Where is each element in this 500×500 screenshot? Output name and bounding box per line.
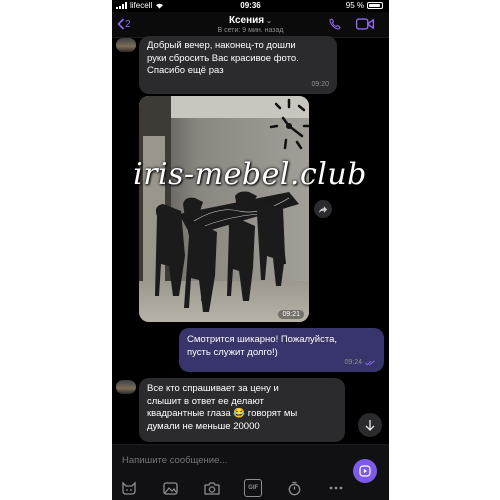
phone-screen: lifecell 09:36 95 % 2 Ксения ⌄ В сети: 9 … <box>112 0 389 500</box>
chevron-down-icon: ⌄ <box>266 18 272 25</box>
photo-message[interactable]: 09:21 <box>139 96 309 322</box>
message-time: 09:21 <box>278 310 304 319</box>
cat-sticker-icon <box>122 481 136 495</box>
camera-button[interactable] <box>203 479 221 497</box>
video-camera-icon <box>355 18 375 30</box>
contact-title[interactable]: Ксения ⌄ <box>112 15 389 26</box>
play-send-icon <box>359 465 371 477</box>
status-bar: lifecell 09:36 95 % <box>112 0 389 12</box>
video-call-button[interactable] <box>355 17 375 36</box>
composer-toolbar: GIF <box>120 479 345 497</box>
contact-name: Ксения <box>229 15 265 26</box>
gallery-button[interactable] <box>161 479 179 497</box>
message-bubble[interactable]: Добрый вечер, наконец-то дошли руки сбро… <box>139 36 337 94</box>
battery-percent: 95 % <box>345 1 364 10</box>
message-meta: 09:20 <box>311 79 329 92</box>
last-seen: В сети: 9 мин. назад <box>217 27 284 34</box>
avatar[interactable] <box>116 38 136 52</box>
message-text: Добрый вечер, наконец-то дошли руки сбро… <box>147 40 299 76</box>
dining-room-photo <box>139 96 309 322</box>
message-input[interactable] <box>122 452 342 468</box>
more-options-button[interactable] <box>327 479 345 497</box>
message-text: Смотрится шикарно! Пожалуйста, пусть слу… <box>187 334 338 358</box>
message-composer: GIF <box>112 444 389 500</box>
timer-icon <box>288 481 301 495</box>
message-text: Все кто спрашивает за цену и слышит в от… <box>147 383 298 432</box>
message-meta: 09:24 <box>344 357 376 370</box>
avatar[interactable] <box>116 380 136 394</box>
gif-button[interactable]: GIF <box>244 479 263 497</box>
scroll-to-bottom-button[interactable] <box>358 413 382 437</box>
image-icon <box>163 481 178 495</box>
watermark-text: iris-mebel.club <box>133 157 367 192</box>
arrow-down-icon <box>365 420 375 431</box>
sticker-button[interactable] <box>120 479 138 497</box>
timer-button[interactable] <box>286 479 304 497</box>
share-button[interactable] <box>314 200 332 218</box>
camera-icon <box>204 481 220 495</box>
call-button[interactable] <box>328 17 342 36</box>
message-time: 09:24 <box>344 358 362 366</box>
battery-icon <box>367 2 383 9</box>
battery-group: 95 % <box>346 1 383 10</box>
message-bubble[interactable]: Все кто спрашивает за цену и слышит в от… <box>139 378 345 442</box>
message-time: 09:20 <box>311 80 329 88</box>
message-bubble-outgoing[interactable]: Смотрится шикарно! Пожалуйста, пусть слу… <box>179 328 384 372</box>
double-check-icon <box>365 360 375 366</box>
gif-icon: GIF <box>244 479 263 497</box>
phone-icon <box>329 18 341 30</box>
send-button[interactable] <box>353 459 377 483</box>
share-arrow-icon <box>318 205 328 213</box>
more-dots-icon <box>329 486 343 490</box>
chat-header: 2 Ксения ⌄ В сети: 9 мин. назад <box>112 12 389 38</box>
